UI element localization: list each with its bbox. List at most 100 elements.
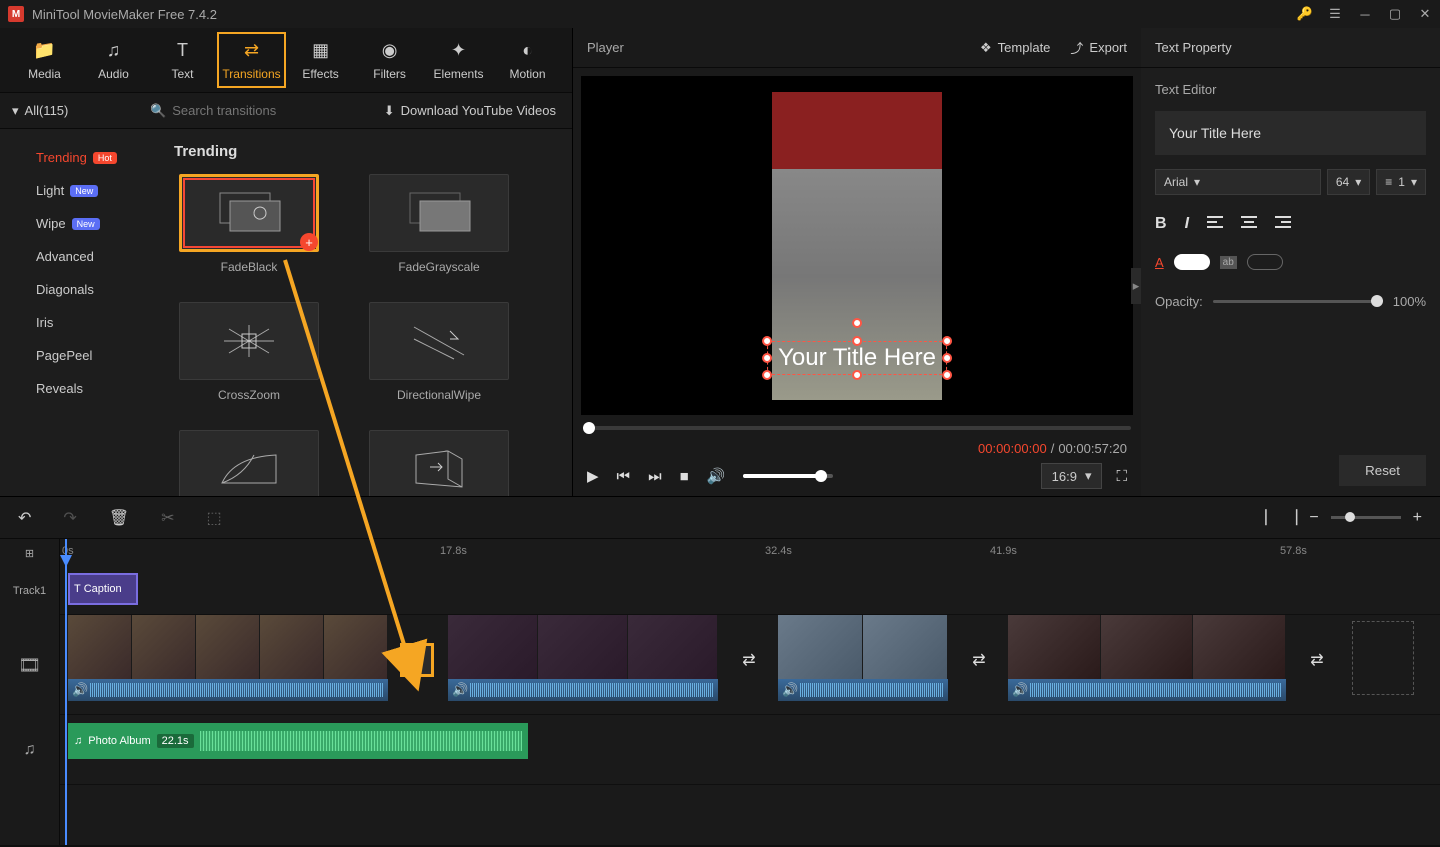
bold-button[interactable]: B [1155,215,1167,234]
text-color-button[interactable]: A [1155,255,1164,270]
speaker-icon: 🔊 [1012,682,1028,698]
video-clip-4[interactable]: 🔊 [1008,615,1286,701]
scrub-head[interactable] [583,422,595,434]
timeline-fit-button[interactable]: ⎸⎹ [1265,509,1297,527]
trans-fold[interactable]: Fold [364,430,514,496]
align-center-button[interactable] [1241,215,1257,234]
align-left-button[interactable] [1207,215,1223,234]
play-button[interactable]: ▶ [587,467,599,485]
trans-pagecurl[interactable]: PageCurl [174,430,324,496]
effects-tab[interactable]: ▦Effects [286,32,355,88]
minimize-button[interactable]: ─ [1358,7,1372,21]
aspect-select[interactable]: 16:9▾ [1041,463,1103,489]
transition-slot-1[interactable]: ⇄ [400,643,434,677]
cat-reveals[interactable]: Reveals [0,372,150,405]
handle-tr[interactable] [942,336,952,346]
audio-track[interactable]: ♫ Photo Album 22.1s [60,715,1440,785]
template-button[interactable]: ❖Template [980,38,1050,57]
handle-tl[interactable] [762,336,772,346]
cut-button[interactable]: ✂ [161,508,174,528]
zoom-slider[interactable] [1331,516,1401,519]
reset-button[interactable]: Reset [1339,455,1426,486]
cat-advanced[interactable]: Advanced [0,240,150,273]
maximize-button[interactable]: ▢ [1388,7,1402,21]
text-tab[interactable]: TText [148,32,217,88]
caption-clip[interactable]: TCaption [68,573,138,605]
size-select[interactable]: 64▾ [1327,169,1370,195]
category-all[interactable]: ▾All(115) [0,103,150,119]
transition-slot-4[interactable]: ⇄ [1300,643,1334,677]
handle-bm[interactable] [852,370,862,380]
cat-iris[interactable]: Iris [0,306,150,339]
fullscreen-button[interactable]: ⛶ [1116,468,1127,485]
opacity-slider[interactable] [1213,300,1383,303]
video-clip-2[interactable]: 🔊 [448,615,718,701]
prev-button[interactable]: ⏮ [617,468,631,485]
playhead[interactable] [65,539,67,845]
undo-button[interactable]: ↶ [18,508,31,528]
zoom-out-button[interactable]: − [1309,509,1318,527]
handle-bl[interactable] [762,370,772,380]
stop-button[interactable]: ■ [680,468,689,485]
highlight-button[interactable]: ab [1220,256,1237,269]
transition-slot-3[interactable]: ⇄ [962,643,996,677]
trans-thumb-fadeblack[interactable]: + [179,174,319,252]
italic-button[interactable]: I [1185,215,1189,234]
handle-mr[interactable] [942,353,952,363]
scrub-bar[interactable] [583,421,1131,435]
preview-viewport[interactable]: Your Title Here [581,76,1133,415]
timeline-ruler[interactable]: 0s 17.8s 32.4s 41.9s 57.8s [60,539,1440,567]
align-right-button[interactable] [1275,215,1291,234]
font-select[interactable]: Arial▾ [1155,169,1321,195]
title-input[interactable] [1155,111,1426,155]
volume-slider[interactable] [743,474,833,478]
crop-button[interactable]: ⬚ [207,508,222,528]
audio-clip[interactable]: ♫ Photo Album 22.1s [68,723,528,759]
video-track[interactable]: 🔊 ⇄ 🔊 ⇄ 🔊 ⇄ 🔊 ⇄ [60,615,1440,715]
line-height-icon: ≡ [1385,175,1392,189]
title-overlay[interactable]: Your Title Here [767,341,947,375]
search-box[interactable]: 🔍 [150,103,368,119]
redo-button[interactable]: ↷ [63,508,76,528]
transition-slot-2[interactable]: ⇄ [732,643,766,677]
handle-br[interactable] [942,370,952,380]
filters-tab[interactable]: ◉Filters [355,32,424,88]
audio-tab[interactable]: ♫Audio [79,32,148,88]
search-input[interactable] [172,103,348,118]
trans-crosszoom[interactable]: CrossZoom [174,302,324,402]
volume-icon[interactable]: 🔊 [707,467,726,485]
transitions-tab[interactable]: ⇄Transitions [217,32,286,88]
add-track-button[interactable]: ⊞ [0,539,59,567]
menu-icon[interactable]: ☰ [1328,7,1342,21]
clip-placeholder[interactable] [1352,621,1414,695]
handle-ml[interactable] [762,353,772,363]
zoom-in-button[interactable]: + [1413,509,1422,527]
trans-fadeblack[interactable]: + FadeBlack [174,174,324,274]
color-swatch-white[interactable] [1174,254,1210,270]
media-tab[interactable]: 📁Media [10,32,79,88]
close-button[interactable]: ✕ [1418,7,1432,21]
handle-rotate[interactable] [852,318,862,328]
key-icon[interactable]: 🔑 [1298,7,1312,21]
cat-diagonals[interactable]: Diagonals [0,273,150,306]
video-clip-3[interactable]: 🔊 [778,615,948,701]
export-button[interactable]: ⤴Export [1070,38,1127,57]
caption-track[interactable]: TCaption [60,567,1440,615]
download-youtube-link[interactable]: ⬇Download YouTube Videos [368,103,572,119]
line-height-select[interactable]: ≡1▾ [1376,169,1426,195]
cat-light[interactable]: LightNew [0,174,150,207]
cat-trending[interactable]: TrendingHot [0,141,150,174]
handle-tm[interactable] [852,336,862,346]
color-swatch-none[interactable] [1247,254,1283,270]
next-button[interactable]: ⏭ [648,468,662,485]
video-clip-1[interactable]: 🔊 [68,615,388,701]
motion-tab[interactable]: ◐Motion [493,32,562,88]
expand-tab[interactable]: ▸ [1131,268,1141,304]
delete-button[interactable]: 🗑 [109,508,129,528]
trans-directionalwipe[interactable]: DirectionalWipe [364,302,514,402]
cat-pagepeel[interactable]: PagePeel [0,339,150,372]
trans-fadegrayscale[interactable]: FadeGrayscale [364,174,514,274]
elements-tab[interactable]: ✦Elements [424,32,493,88]
add-icon[interactable]: + [300,233,318,251]
cat-wipe[interactable]: WipeNew [0,207,150,240]
